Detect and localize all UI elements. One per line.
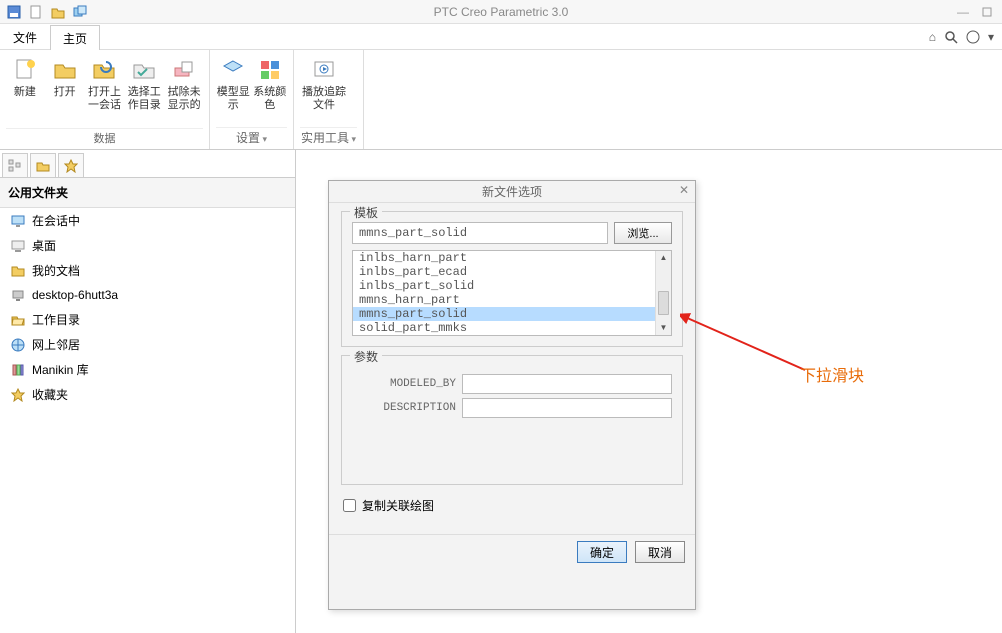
system-colors-icon — [256, 56, 284, 84]
menu-dropdown-icon[interactable]: ▾ — [988, 30, 994, 44]
system-colors-button[interactable]: 系统颜色 — [253, 54, 288, 127]
maximize-button[interactable] — [980, 5, 994, 19]
qat-new-icon[interactable] — [28, 4, 44, 20]
list-item[interactable]: inlbs_harn_part — [353, 251, 655, 265]
param-label: DESCRIPTION — [352, 402, 462, 414]
dialog-title-bar[interactable]: 新文件选项 ✕ — [329, 181, 695, 203]
sidebar-item-mydocs[interactable]: 我的文档 — [0, 258, 295, 283]
sidebar-item-network[interactable]: 网上邻居 — [0, 332, 295, 357]
folder-panel: 公用文件夹 在会话中 桌面 我的文档 desktop-6hutt3a 工作目录 … — [0, 150, 296, 633]
desktop-icon — [10, 238, 26, 254]
list-item[interactable]: inlbs_part_solid — [353, 279, 655, 293]
folder-open-icon — [10, 312, 26, 328]
browse-button[interactable]: 浏览... — [614, 222, 672, 244]
open-button[interactable]: 打开 — [46, 54, 84, 128]
search-icon[interactable] — [944, 30, 958, 44]
scroll-down-icon[interactable]: ▼ — [656, 321, 671, 335]
tab-file[interactable]: 文件 — [0, 24, 50, 49]
qat-windows-icon[interactable] — [72, 4, 88, 20]
erase-icon — [170, 56, 198, 84]
copy-assoc-checkbox[interactable] — [343, 499, 356, 512]
select-wd-icon — [130, 56, 158, 84]
params-legend: 参数 — [350, 348, 382, 365]
monitor-icon — [10, 213, 26, 229]
open-last-icon — [90, 56, 118, 84]
param-row-description: DESCRIPTION — [352, 398, 672, 418]
folder-panel-header: 公用文件夹 — [0, 178, 295, 208]
help-icon[interactable] — [966, 30, 980, 44]
open-icon — [51, 56, 79, 84]
model-display-icon — [219, 56, 247, 84]
sidebar-item-in-session[interactable]: 在会话中 — [0, 208, 295, 233]
open-last-session-button[interactable]: 打开上一会话 — [86, 54, 124, 128]
panel-tab-tree-icon[interactable] — [2, 153, 28, 177]
scroll-thumb[interactable] — [658, 291, 669, 315]
play-trail-button[interactable]: 播放追踪文件 — [300, 54, 348, 127]
select-wd-button[interactable]: 选择工作目录 — [125, 54, 163, 128]
nav-home-icon[interactable]: ⌂ — [929, 30, 936, 44]
list-item[interactable]: inlbs_part_ecad — [353, 265, 655, 279]
folder-list: 在会话中 桌面 我的文档 desktop-6hutt3a 工作目录 网上邻居 M… — [0, 208, 295, 633]
annotation-text: 下拉滑块 — [800, 362, 864, 386]
param-input-modeled-by[interactable] — [462, 374, 672, 394]
ribbon-group-settings: 模型显示 系统颜色 设置 — [210, 50, 294, 149]
folder-panel-tabs — [0, 150, 295, 178]
title-bar: PTC Creo Parametric 3.0 — — [0, 0, 1002, 24]
template-listbox[interactable]: inlbs_harn_part inlbs_part_ecad inlbs_pa… — [352, 250, 672, 336]
param-row-modeled-by: MODELED_BY — [352, 374, 672, 394]
quick-access-toolbar — [0, 4, 88, 20]
ribbon-group-settings-title[interactable]: 设置 — [216, 127, 287, 147]
list-item-selected[interactable]: mmns_part_solid — [353, 307, 655, 321]
app-title: PTC Creo Parametric 3.0 — [434, 5, 569, 19]
library-icon — [10, 362, 26, 378]
cancel-button[interactable]: 取消 — [635, 541, 685, 563]
param-input-description[interactable] — [462, 398, 672, 418]
template-fieldset: 模板 浏览... inlbs_harn_part inlbs_part_ecad… — [341, 211, 683, 347]
new-icon — [11, 56, 39, 84]
model-display-button[interactable]: 模型显示 — [216, 54, 251, 127]
sidebar-item-working-dir[interactable]: 工作目录 — [0, 307, 295, 332]
params-fieldset: 参数 MODELED_BY DESCRIPTION — [341, 355, 683, 485]
docs-icon — [10, 263, 26, 279]
sidebar-item-computer[interactable]: desktop-6hutt3a — [0, 283, 295, 307]
favorites-icon — [10, 387, 26, 403]
window-controls: — — [956, 5, 1002, 19]
template-list-items: inlbs_harn_part inlbs_part_ecad inlbs_pa… — [353, 251, 655, 335]
ribbon-group-data: 新建 打开 打开上一会话 选择工作目录 拭除未显示的 数据 — [0, 50, 210, 149]
ribbon-group-utilities: 播放追踪文件 实用工具 — [294, 50, 364, 149]
network-icon — [10, 337, 26, 353]
qat-save-icon[interactable] — [6, 4, 22, 20]
dialog-title: 新文件选项 — [482, 183, 542, 200]
copy-assoc-row: 复制关联绘图 — [341, 493, 683, 526]
erase-not-displayed-button[interactable]: 拭除未显示的 — [165, 54, 203, 128]
sidebar-item-favorites[interactable]: 收藏夹 — [0, 382, 295, 407]
menu-tabs: 文件 主页 ⌂ ▾ — [0, 24, 1002, 50]
sidebar-item-manikin[interactable]: Manikin 库 — [0, 357, 295, 382]
new-button[interactable]: 新建 — [6, 54, 44, 128]
template-legend: 模板 — [350, 204, 382, 221]
list-item[interactable]: solid_part_mmks — [353, 321, 655, 335]
panel-tab-folder-icon[interactable] — [30, 153, 56, 177]
listbox-scrollbar[interactable]: ▲ ▼ — [655, 251, 671, 335]
ok-button[interactable]: 确定 — [577, 541, 627, 563]
qat-open-icon[interactable] — [50, 4, 66, 20]
panel-tab-favorites-icon[interactable] — [58, 153, 84, 177]
copy-assoc-label: 复制关联绘图 — [362, 497, 434, 514]
dialog-close-button[interactable]: ✕ — [679, 183, 689, 197]
minimize-button[interactable]: — — [956, 5, 970, 19]
dialog-footer: 确定 取消 — [329, 534, 695, 569]
scroll-up-icon[interactable]: ▲ — [656, 251, 671, 265]
ribbon: 新建 打开 打开上一会话 选择工作目录 拭除未显示的 数据 — [0, 50, 1002, 150]
ribbon-group-utilities-title[interactable]: 实用工具 — [300, 127, 357, 147]
param-label: MODELED_BY — [352, 378, 462, 390]
play-trail-icon — [310, 56, 338, 84]
tab-home[interactable]: 主页 — [50, 25, 100, 50]
computer-icon — [10, 287, 26, 303]
new-file-options-dialog: 新文件选项 ✕ 模板 浏览... inlbs_harn_part inlbs_p… — [328, 180, 696, 610]
sidebar-item-desktop[interactable]: 桌面 — [0, 233, 295, 258]
ribbon-group-data-title: 数据 — [6, 128, 203, 147]
template-input[interactable] — [352, 222, 608, 244]
list-item[interactable]: mmns_harn_part — [353, 293, 655, 307]
